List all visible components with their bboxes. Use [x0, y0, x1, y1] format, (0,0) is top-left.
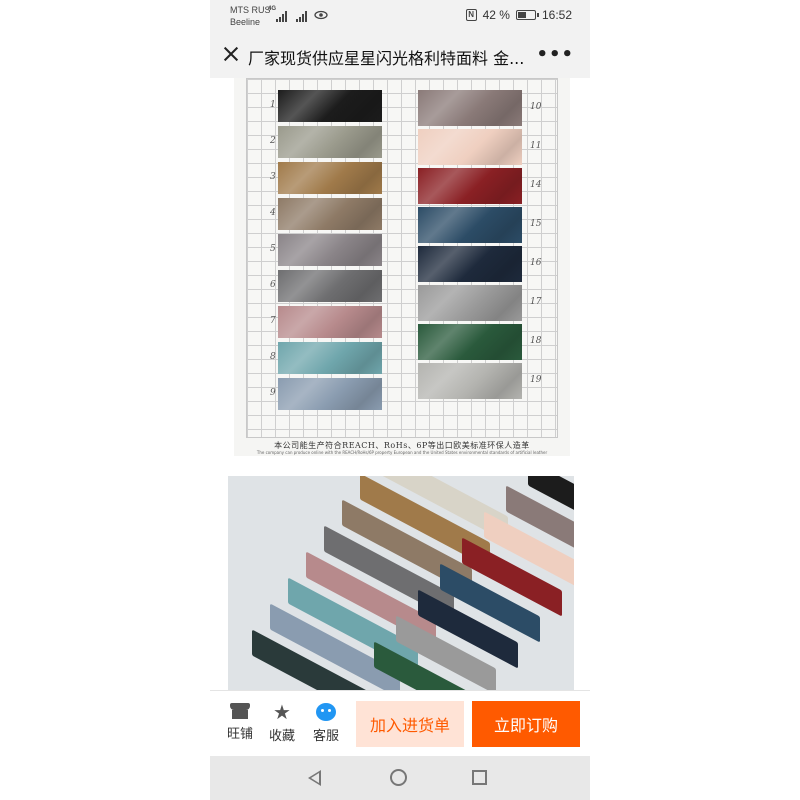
- bottom-action-bar: 旺铺 ★ 收藏 客服 加入进货单 立即订购: [210, 690, 590, 756]
- store-button[interactable]: 旺铺: [220, 703, 260, 742]
- page-title: 厂家现货供应星星闪光格利特面料 金...: [248, 49, 525, 68]
- eye-icon: [314, 10, 328, 20]
- swatch-left: [278, 234, 382, 266]
- close-icon[interactable]: [222, 45, 240, 63]
- angled-sample-photo: [228, 476, 574, 690]
- chat-bubble-icon: [316, 703, 336, 721]
- row-number-right: 18: [530, 336, 542, 346]
- row-number-right: 10: [530, 102, 542, 112]
- store-icon: [230, 703, 250, 719]
- sample-card-image: 1 2 3 4 5 6 7 8 9 10 11 14 15 16 17 18 19 本公司能生产符合REACH、…: [234, 78, 570, 456]
- favorite-button[interactable]: ★ 收藏: [262, 700, 302, 744]
- favorite-label: 收藏: [268, 729, 295, 744]
- swatch-left: [278, 90, 382, 122]
- swatch-left: [278, 198, 382, 230]
- row-number-right: 15: [530, 219, 542, 229]
- carrier-mts: MTS RUS: [230, 5, 271, 15]
- row-number-left: 5: [270, 244, 276, 254]
- swatch-left: [278, 162, 382, 194]
- swatch-right: [418, 90, 522, 126]
- home-circle-icon[interactable]: [390, 769, 407, 786]
- clock: 16:52: [541, 8, 572, 22]
- row-number-left: 6: [270, 280, 276, 290]
- row-number-left: 9: [270, 388, 276, 398]
- swatch-left: [278, 270, 382, 302]
- add-to-cart-button[interactable]: 加入进货单: [356, 701, 464, 747]
- swatch-right: [418, 363, 522, 399]
- swatch-right: [418, 207, 522, 243]
- swatch-left: [278, 126, 382, 158]
- carrier-beeline: Beeline: [230, 17, 261, 27]
- row-number-right: 11: [530, 141, 542, 151]
- row-number-left: 8: [270, 352, 276, 362]
- more-menu-icon[interactable]: •••: [536, 46, 574, 64]
- signal-icon-2: [296, 10, 307, 22]
- row-number-left: 7: [270, 316, 276, 326]
- row-number-right: 19: [530, 375, 542, 385]
- row-number-left: 1: [270, 100, 276, 110]
- app-header: 厂家现货供应星星闪光格利特面料 金... •••: [210, 34, 590, 78]
- swatch-left: [278, 342, 382, 374]
- swatch-left: [278, 306, 382, 338]
- product-content[interactable]: 1 2 3 4 5 6 7 8 9 10 11 14 15 16 17 18 19 本公司能生产符合REACH、…: [210, 78, 590, 690]
- back-triangle-icon[interactable]: [308, 770, 321, 786]
- buy-now-button[interactable]: 立即订购: [472, 701, 580, 747]
- swatch-right: [418, 285, 522, 321]
- row-number-left: 2: [270, 136, 276, 146]
- row-number-right: 14: [530, 180, 542, 190]
- customer-service-button[interactable]: 客服: [306, 703, 346, 744]
- status-right: N 42 % 16:52: [465, 8, 572, 22]
- battery-icon: [515, 10, 539, 20]
- battery-percent: 42 %: [482, 8, 510, 22]
- environmental-notice-english: The company can produce online with the …: [256, 450, 548, 455]
- network-type: 4G: [268, 6, 277, 12]
- row-number-left: 3: [270, 172, 276, 182]
- phone-screen: MTS RUS Beeline 4G N 42 % 16:52 厂家现货供应星星…: [210, 0, 590, 800]
- android-nav-bar: [210, 756, 590, 800]
- recent-apps-square-icon[interactable]: [472, 770, 487, 785]
- swatch-right: [418, 324, 522, 360]
- star-icon: ★: [273, 700, 291, 724]
- carrier-info: MTS RUS Beeline: [230, 4, 271, 28]
- row-number-right: 16: [530, 258, 542, 268]
- customer-service-label: 客服: [312, 729, 339, 744]
- status-bar: MTS RUS Beeline 4G N 42 % 16:52: [210, 0, 590, 34]
- nfc-icon: N: [465, 9, 477, 21]
- row-number-left: 4: [270, 208, 276, 218]
- swatch-right: [418, 129, 522, 165]
- store-label: 旺铺: [226, 727, 253, 742]
- signal-icon: [276, 10, 287, 22]
- swatch-right: [418, 246, 522, 282]
- swatch-right: [418, 168, 522, 204]
- swatch-left: [278, 378, 382, 410]
- row-number-right: 17: [530, 297, 542, 307]
